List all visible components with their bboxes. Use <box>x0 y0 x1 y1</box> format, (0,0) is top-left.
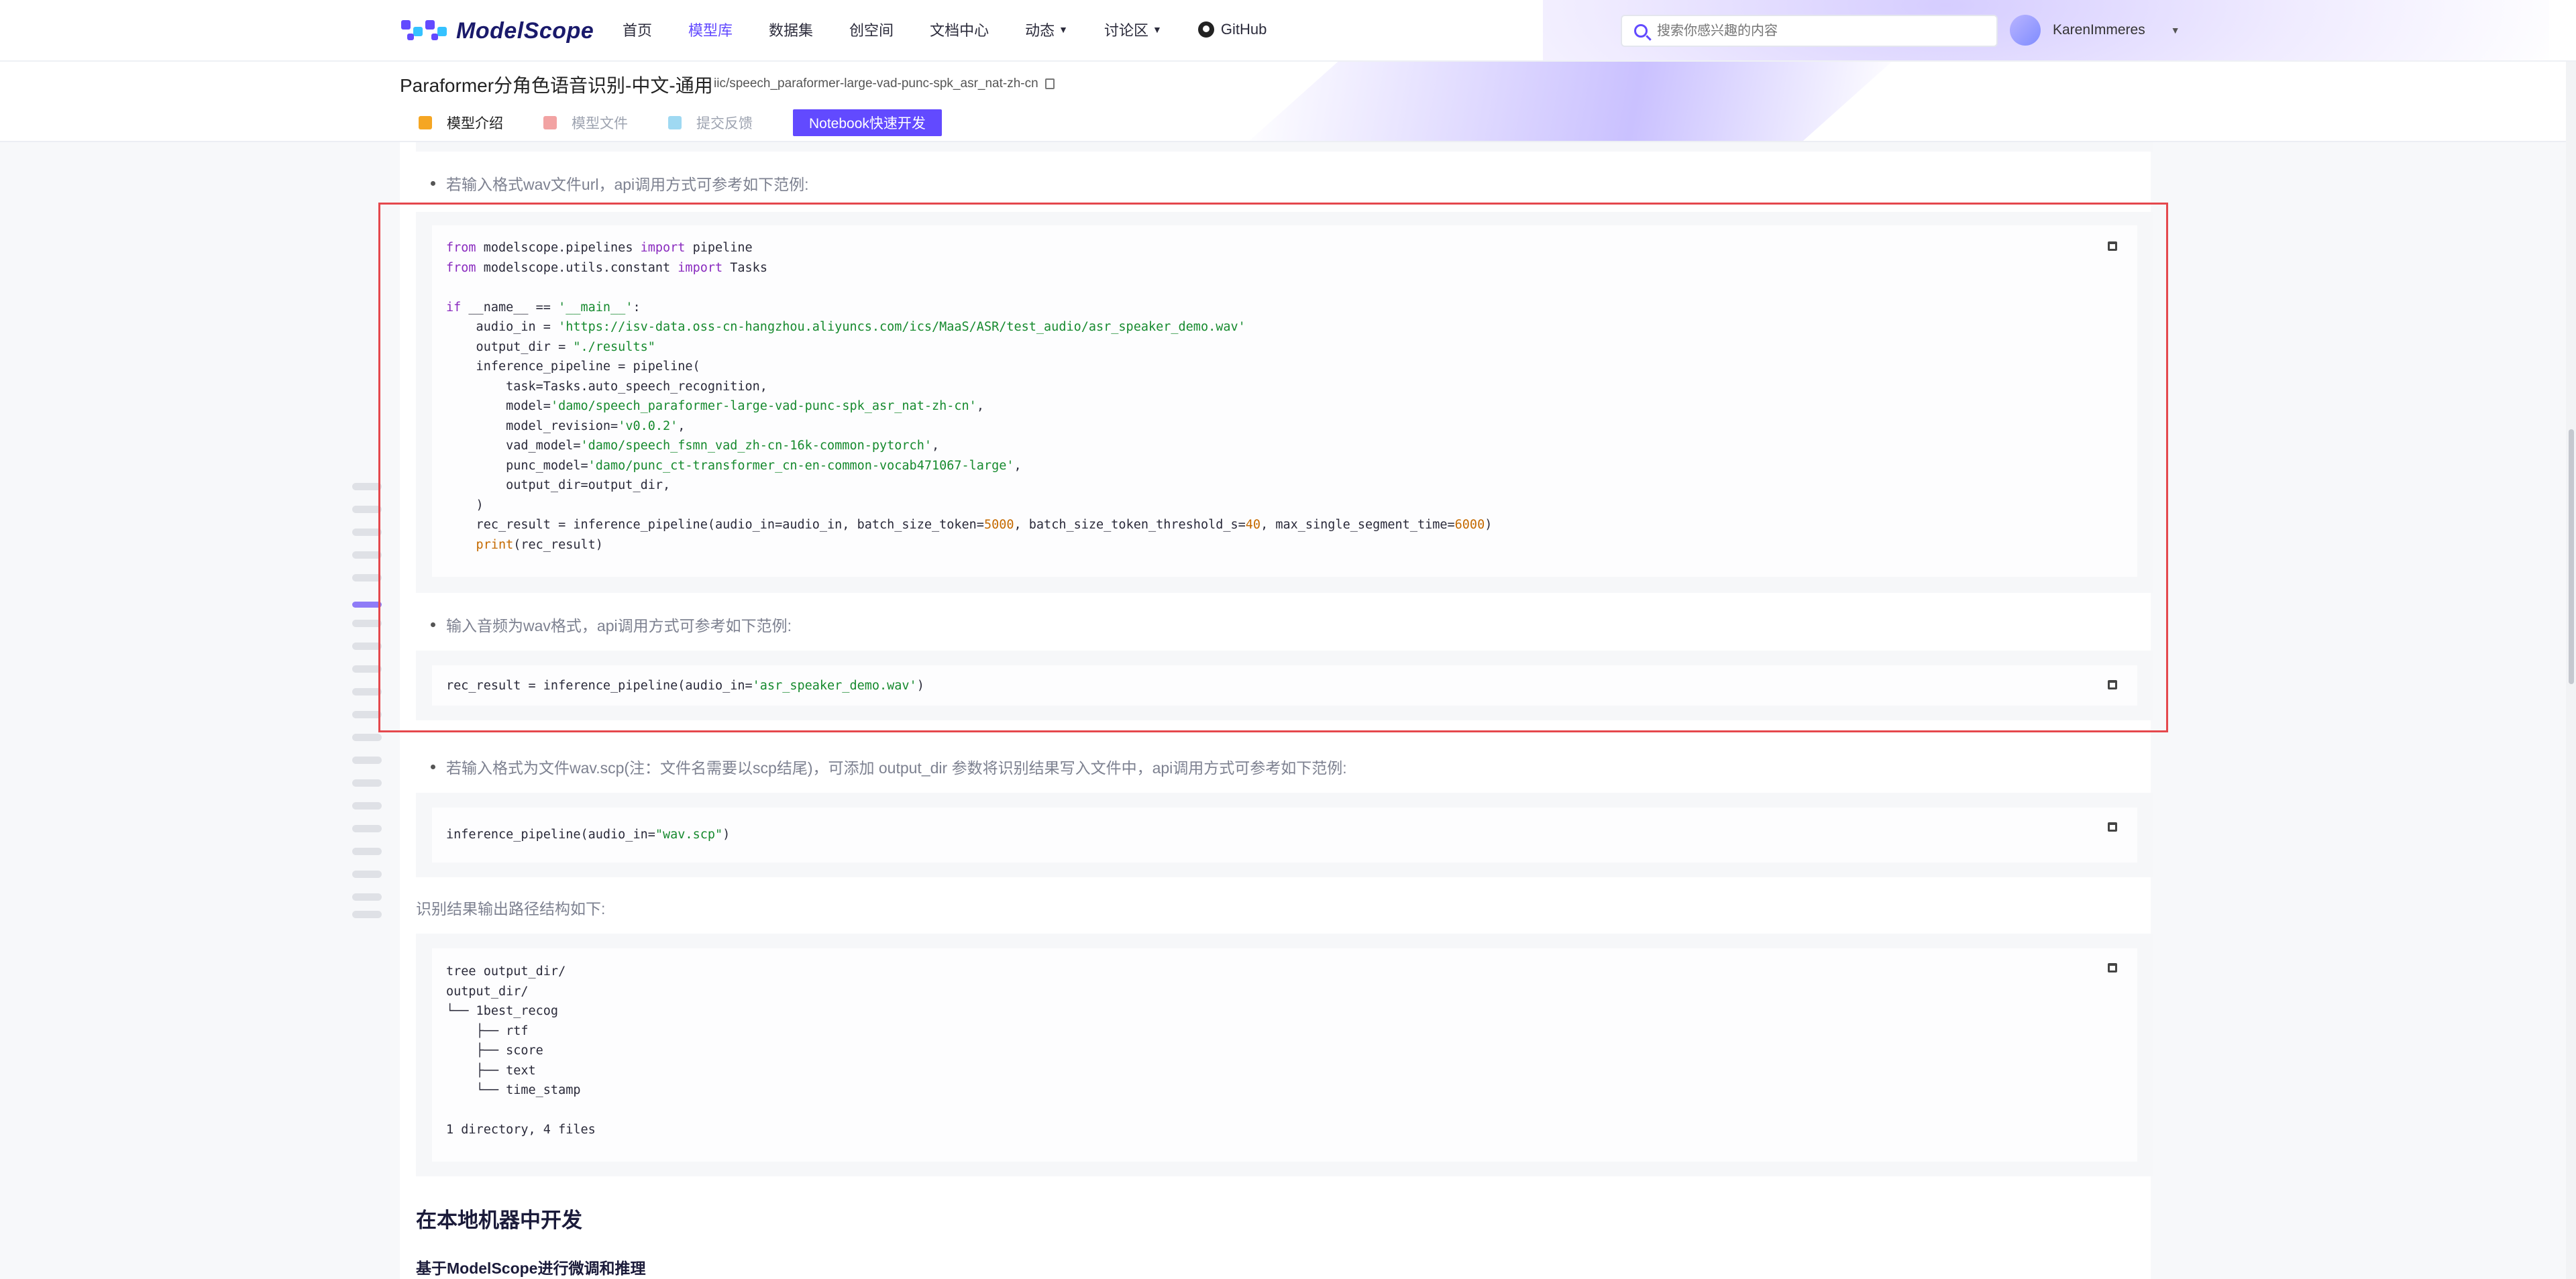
code-line: output_dir/ <box>446 984 529 999</box>
copy-icon[interactable] <box>1044 78 1055 89</box>
code-line: 1 directory, 4 files <box>446 1123 596 1137</box>
main-nav: 首页 模型库 数据集 创空间 文档中心 动态 ▼ 讨论区 ▼ GitHub <box>623 19 1303 40</box>
code-line: tree output_dir/ <box>446 964 566 979</box>
code-line: ├── text <box>446 1063 536 1078</box>
cube-icon <box>419 116 432 129</box>
previous-code-block-bottom <box>416 142 2153 152</box>
code-text: ) <box>722 828 731 842</box>
code-line: └── time_stamp <box>446 1083 581 1097</box>
tab-feedback[interactable]: 提交反馈 <box>668 113 753 133</box>
nav-label: 讨论区 <box>1104 22 1148 39</box>
code-string: "wav.scp" <box>655 828 723 842</box>
outline-item[interactable] <box>352 551 382 559</box>
outline-item[interactable] <box>352 911 382 918</box>
scrollbar-thumb[interactable] <box>2569 429 2574 684</box>
model-tabs: 模型介绍 模型文件 提交反馈 Notebook快速开发 <box>419 109 942 136</box>
outline-item[interactable] <box>352 848 382 855</box>
code-line: └── 1best_recog <box>446 1004 559 1018</box>
nav-studios[interactable]: 创空间 <box>849 19 894 40</box>
outline-item[interactable] <box>352 871 382 878</box>
feedback-icon <box>668 116 682 129</box>
outline-item[interactable] <box>352 574 382 581</box>
username[interactable]: KarenImmeres <box>2053 22 2145 38</box>
output-structure-description: 识别结果输出路径结构如下: <box>416 900 606 917</box>
code-line: ├── score <box>446 1044 543 1058</box>
header-band-decoration <box>1248 62 1892 141</box>
search-box[interactable] <box>1621 15 1998 47</box>
nav-home[interactable]: 首页 <box>623 19 652 40</box>
file-icon <box>543 116 557 129</box>
github-icon <box>1197 21 1214 38</box>
tab-label: 提交反馈 <box>696 116 753 131</box>
subsection-heading-finetune: 基于ModelScope进行微调和推理 <box>416 1260 646 1277</box>
caret-down-icon: ▼ <box>1152 24 1162 35</box>
caret-down-icon[interactable]: ▼ <box>2171 25 2180 36</box>
model-path: iic/speech_paraformer-large-vad-punc-spk… <box>714 76 1055 91</box>
code-content: tree output_dir/ output_dir/ └── 1best_r… <box>432 948 2137 1162</box>
outline-item[interactable] <box>352 711 382 718</box>
search-icon <box>1634 24 1648 38</box>
nav-label: 创空间 <box>849 22 894 39</box>
outline-item[interactable] <box>352 688 382 696</box>
model-title: Paraformer分角色语音识别-中文-通用 <box>400 75 713 96</box>
outline-item[interactable] <box>352 506 382 513</box>
nav-datasets[interactable]: 数据集 <box>769 19 813 40</box>
outline-item[interactable] <box>352 757 382 764</box>
user-menu[interactable]: KarenImmeres ▼ <box>2010 15 2180 46</box>
outline-item[interactable] <box>352 529 382 536</box>
outline-item[interactable] <box>352 825 382 832</box>
tab-label: 模型介绍 <box>447 116 503 131</box>
nav-label: 文档中心 <box>930 22 989 39</box>
nav-label: GitHub <box>1220 21 1267 38</box>
nav-docs[interactable]: 文档中心 <box>930 19 989 40</box>
section-heading-local-dev: 在本地机器中开发 <box>416 1209 582 1232</box>
model-header: Paraformer分角色语音识别-中文-通用 iic/speech_paraf… <box>0 62 2576 142</box>
tab-model-intro[interactable]: 模型介绍 <box>419 113 503 133</box>
copy-icon[interactable] <box>2108 822 2117 832</box>
instruction-url-input: 若输入格式wav文件url，api调用方式可参考如下范例: <box>431 172 809 194</box>
outline-item[interactable] <box>352 802 382 810</box>
modelscope-logo[interactable]: ModelScope <box>401 15 594 47</box>
nav-label: 首页 <box>623 22 653 39</box>
code-text: inference_pipeline(audio_in= <box>446 828 655 842</box>
highlight-selection-box <box>378 203 2168 732</box>
outline-item[interactable] <box>352 643 382 650</box>
outline-item[interactable] <box>352 893 382 901</box>
outline-item[interactable] <box>352 734 382 741</box>
instruction-scp-input: 若输入格式为文件wav.scp(注：文件名需要以scp结尾)，可添加 outpu… <box>431 755 1347 778</box>
nav-label: 动态 <box>1025 22 1055 39</box>
outline-item-active[interactable] <box>352 602 382 608</box>
nav-label: 数据集 <box>769 22 814 39</box>
code-line: ├── rtf <box>446 1023 529 1038</box>
logo-text: ModelScope <box>456 17 594 44</box>
model-path-text: iic/speech_paraformer-large-vad-punc-spk… <box>714 76 1038 91</box>
code-content: inference_pipeline(audio_in="wav.scp") <box>432 808 2137 863</box>
nav-label: 模型库 <box>688 22 733 39</box>
outline-item[interactable] <box>352 620 382 627</box>
nav-discussion-dropdown[interactable]: 讨论区 ▼ <box>1104 19 1162 40</box>
outline-item[interactable] <box>352 483 382 490</box>
nav-feeds-dropdown[interactable]: 动态 ▼ <box>1025 19 1068 40</box>
nav-github-link[interactable]: GitHub <box>1197 21 1267 38</box>
outline-item[interactable] <box>352 665 382 673</box>
outline-item[interactable] <box>352 779 382 787</box>
tab-model-files[interactable]: 模型文件 <box>543 113 628 133</box>
copy-icon[interactable] <box>2108 963 2117 972</box>
top-navigation-bar: ModelScope 首页 模型库 数据集 创空间 文档中心 动态 ▼ 讨论区 ▼ … <box>0 0 2576 62</box>
avatar[interactable] <box>2010 15 2041 46</box>
nav-models[interactable]: 模型库 <box>688 19 733 40</box>
logo-icon <box>401 17 447 44</box>
search-input[interactable] <box>1657 23 1979 39</box>
notebook-button[interactable]: Notebook快速开发 <box>793 109 942 136</box>
tab-label: 模型文件 <box>572 116 628 131</box>
caret-down-icon: ▼ <box>1059 24 1068 35</box>
